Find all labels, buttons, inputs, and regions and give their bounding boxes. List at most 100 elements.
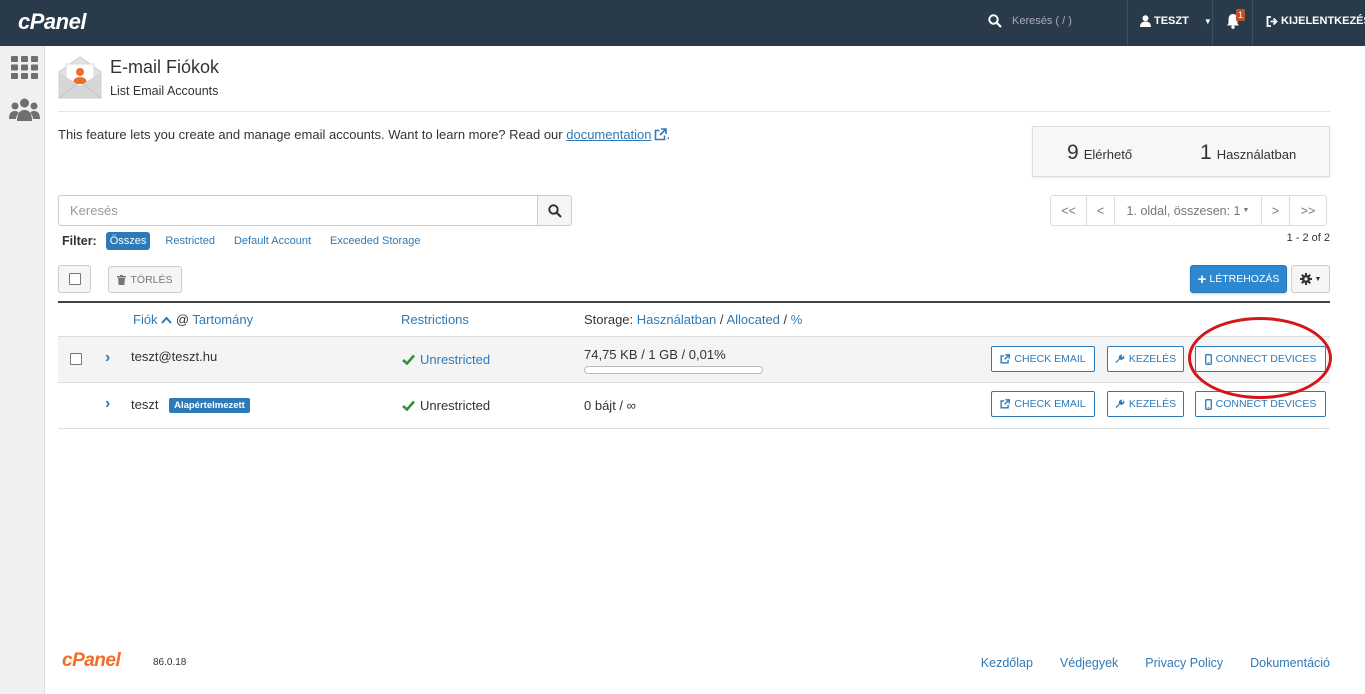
footer-link-documentation[interactable]: Dokumentáció [1250, 656, 1330, 670]
page-select-label: 1. oldal, összesen: 1 [1126, 203, 1241, 218]
restriction-text: Unrestricted [420, 398, 491, 413]
user-menu[interactable]: TESZT ▼ [1140, 15, 1212, 27]
documentation-link[interactable]: documentation [566, 127, 651, 142]
notifications-button[interactable]: 1 [1226, 9, 1246, 32]
wrench-icon [1115, 354, 1125, 363]
used-label: Használatban [1216, 147, 1297, 162]
column-account-label[interactable]: Fiók [133, 312, 158, 327]
logout-label: KIJELENTKEZÉS [1281, 15, 1365, 27]
manage-button[interactable]: KEZELÉS [1107, 391, 1184, 417]
table-row: › teszt Alapértelmezett Unrestricted 0 b… [58, 382, 1330, 428]
storage-cell: 74,75 KB / 1 GB / 0,01% [584, 347, 763, 374]
table-header-rule [58, 301, 1330, 303]
external-link-icon[interactable] [654, 128, 667, 141]
available-label: Elérhető [1083, 147, 1133, 162]
column-header-account[interactable]: Fiók @ Tartomány [133, 312, 253, 327]
navbar-divider [1252, 0, 1253, 46]
filter-bar: Filter: Összes Restricted Default Accoun… [62, 232, 436, 250]
expand-chevron-icon[interactable]: › [105, 395, 110, 413]
page-title: E-mail Fiókok [110, 57, 220, 77]
footer-link-trademarks[interactable]: Védjegyek [1060, 656, 1118, 670]
used-count: 1 [1200, 141, 1212, 164]
external-link-icon [1000, 354, 1011, 364]
notification-count-badge: 1 [1236, 9, 1246, 21]
select-all-checkbox[interactable] [58, 265, 91, 293]
create-label: LÉTREHOZÁS [1209, 273, 1280, 285]
sort-storage-allocated[interactable]: Allocated [726, 312, 779, 327]
default-account-badge: Alapértelmezett [169, 398, 250, 413]
filter-restricted[interactable]: Restricted [161, 232, 219, 250]
expand-chevron-icon[interactable]: › [105, 349, 110, 367]
description-text: This feature lets you create and manage … [58, 127, 567, 142]
column-header-storage: Storage: Használatban / Allocated / % [584, 312, 802, 327]
restriction-link[interactable]: Unrestricted [420, 352, 490, 367]
wrench-icon [1115, 399, 1125, 408]
delete-button[interactable]: TÖRLÉS [108, 266, 182, 293]
description-suffix: . [666, 127, 671, 142]
logout-icon [1266, 15, 1278, 27]
footer-link-home[interactable]: Kezdőlap [981, 656, 1033, 670]
next-page-button[interactable]: > [1261, 195, 1290, 226]
checkbox-box [68, 273, 81, 285]
footer-version: 86.0.18 [153, 657, 187, 668]
settings-dropdown-button[interactable]: ▼ [1291, 265, 1330, 293]
navbar-divider [1127, 0, 1128, 46]
row-select-checkbox[interactable] [70, 353, 82, 365]
check-email-button[interactable]: CHECK EMAIL [991, 391, 1095, 417]
storage-prefix: Storage: [584, 312, 634, 327]
check-email-label: CHECK EMAIL [1014, 398, 1086, 410]
filter-all[interactable]: Összes [105, 232, 151, 250]
column-header-restrictions[interactable]: Restrictions [401, 312, 469, 327]
caret-down-icon: ▼ [1242, 207, 1250, 214]
storage-usage-bar [584, 366, 763, 374]
table-row: › teszt@teszt.hu Unrestricted 74,75 KB /… [58, 336, 1330, 382]
account-search-input[interactable] [58, 195, 538, 226]
storage-separator: / [719, 312, 724, 327]
account-name: teszt Alapértelmezett [131, 397, 250, 413]
footer-cpanel-logo: cPanel [62, 650, 121, 671]
results-range: 1 - 2 of 2 [1286, 232, 1330, 244]
global-search[interactable] [988, 14, 1112, 28]
feature-description: This feature lets you create and manage … [58, 127, 670, 142]
checkmark-icon [402, 400, 415, 411]
manage-label: KEZELÉS [1128, 398, 1177, 410]
user-name: TESZT [1154, 15, 1189, 27]
logout-button[interactable]: KIJELENTKEZÉS [1266, 15, 1365, 27]
search-icon [988, 14, 1002, 28]
gear-icon [1299, 273, 1312, 285]
filter-default-account[interactable]: Default Account [230, 232, 315, 250]
highlight-circle-annotation [1188, 317, 1332, 399]
sort-storage-percent[interactable]: % [791, 312, 803, 327]
users-group-icon[interactable] [9, 98, 40, 122]
account-email: teszt@teszt.hu [131, 349, 218, 364]
external-link-icon [1000, 399, 1011, 409]
create-account-button[interactable]: + LÉTREHOZÁS [1190, 265, 1287, 293]
page-subtitle: List Email Accounts [110, 84, 219, 98]
manage-button[interactable]: KEZELÉS [1107, 346, 1184, 372]
account-username: teszt [131, 397, 159, 412]
navbar-divider [1212, 0, 1213, 46]
delete-label: TÖRLÉS [130, 273, 173, 286]
storage-separator: / [783, 312, 788, 327]
check-email-button[interactable]: CHECK EMAIL [991, 346, 1095, 372]
page-select[interactable]: 1. oldal, összesen: 1 ▼ [1114, 195, 1262, 226]
sort-storage-used[interactable]: Használatban [637, 312, 717, 327]
check-email-label: CHECK EMAIL [1014, 353, 1086, 365]
mobile-phone-icon [1204, 398, 1212, 410]
manage-label: KEZELÉS [1128, 353, 1177, 365]
global-search-input[interactable] [1012, 15, 1112, 27]
account-stats-box: 9 Elérhető 1 Használatban [1032, 126, 1330, 177]
search-button[interactable] [537, 195, 572, 226]
trash-icon [117, 274, 127, 285]
footer-link-privacy-policy[interactable]: Privacy Policy [1145, 656, 1223, 670]
last-page-button[interactable]: >> [1289, 195, 1327, 226]
user-icon [1140, 15, 1151, 27]
column-at-sign: @ [175, 312, 190, 327]
column-domain-label[interactable]: Tartomány [192, 312, 253, 327]
filter-exceeded-storage[interactable]: Exceeded Storage [326, 232, 425, 250]
cpanel-logo[interactable]: cPanel [18, 9, 86, 35]
sort-ascending-icon [161, 316, 172, 324]
first-page-button[interactable]: << [1050, 195, 1087, 226]
grid-apps-icon[interactable] [11, 56, 38, 79]
prev-page-button[interactable]: < [1086, 195, 1115, 226]
